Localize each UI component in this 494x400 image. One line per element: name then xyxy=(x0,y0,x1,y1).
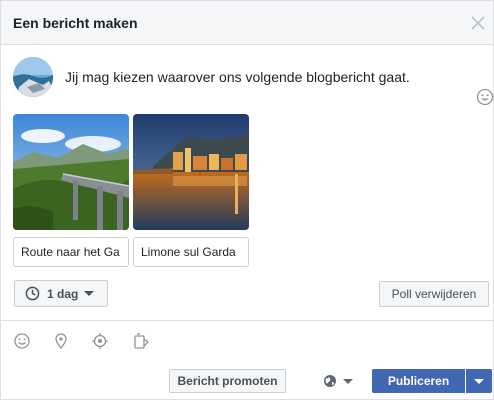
poll-option-image[interactable] xyxy=(133,114,249,230)
poll-duration-dropdown[interactable]: 1 dag xyxy=(14,280,108,307)
target-icon[interactable] xyxy=(91,332,109,350)
poll-duration-label: 1 dag xyxy=(47,286,79,301)
composer-prompt[interactable]: Jij mag kiezen waarover ons volgende blo… xyxy=(65,69,410,85)
divider xyxy=(1,320,493,321)
poll-option-1[interactable]: Route naar het Ga xyxy=(13,114,129,267)
emoji-icon[interactable] xyxy=(476,88,494,106)
dialog-header: Een bericht maken xyxy=(1,1,493,45)
privacy-selector[interactable] xyxy=(323,373,357,389)
publish-options-button[interactable] xyxy=(466,369,492,393)
poll-option-label[interactable]: Limone sul Garda xyxy=(133,237,249,267)
remove-poll-button[interactable]: Poll verwijderen xyxy=(379,281,489,307)
tag-icon[interactable] xyxy=(132,332,150,350)
publish-button[interactable]: Publiceren xyxy=(372,369,465,393)
poll-option-image[interactable] xyxy=(13,114,129,230)
chevron-down-icon xyxy=(84,291,95,296)
chevron-down-icon xyxy=(474,379,484,384)
close-icon[interactable] xyxy=(469,14,487,32)
avatar[interactable] xyxy=(13,57,53,97)
poll-option-2[interactable]: Limone sul Garda xyxy=(133,114,249,267)
clock-icon xyxy=(25,286,40,301)
poll-option-label[interactable]: Route naar het Ga xyxy=(13,237,129,267)
create-post-dialog: Een bericht maken Jij mag kiezen waarove… xyxy=(0,0,494,400)
dialog-title: Een bericht maken xyxy=(13,15,138,31)
location-pin-icon[interactable] xyxy=(52,332,70,350)
chevron-down-icon xyxy=(343,378,353,384)
smiley-icon[interactable] xyxy=(13,332,31,350)
promote-post-button[interactable]: Bericht promoten xyxy=(169,369,286,393)
globe-icon xyxy=(324,375,336,387)
